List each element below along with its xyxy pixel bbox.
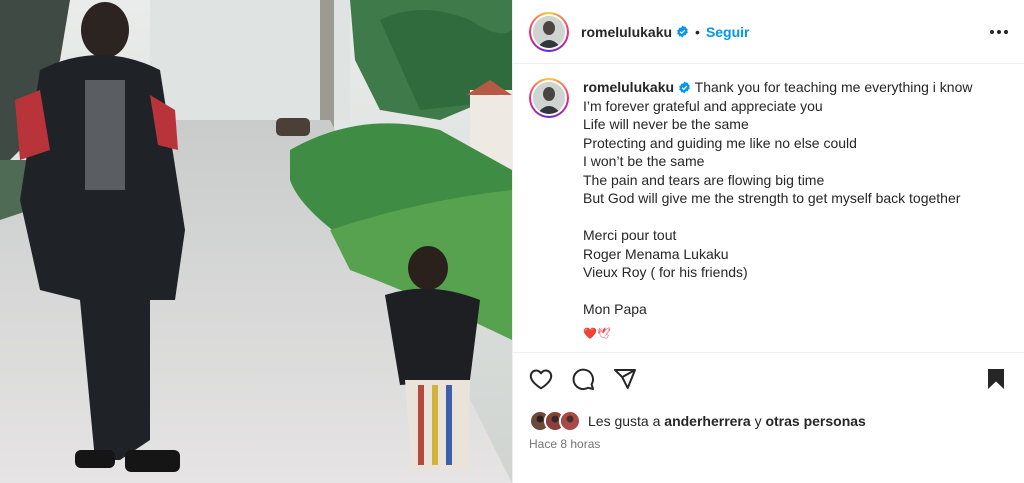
caption-line: Protecting and guiding me like no else c…	[583, 134, 857, 151]
caption-first-line: romelulukaku Thank you for teaching me e…	[583, 78, 972, 97]
likes-summary: Les gusta a anderherrera y otras persona…	[529, 409, 1008, 433]
profile-avatar-icon	[533, 15, 565, 48]
action-bar	[529, 353, 1008, 405]
caption-avatar[interactable]	[529, 78, 569, 118]
caption-line: Mon Papa	[583, 301, 647, 317]
caption-line: Merci pour tout	[583, 227, 677, 243]
comment-icon[interactable]	[571, 367, 595, 391]
likes-prefix: Les gusta a	[588, 413, 661, 429]
caption: romelulukaku Thank you for teaching me e…	[529, 78, 1008, 343]
profile-avatar-icon	[533, 82, 565, 114]
caption-text: romelulukaku Thank you for teaching me e…	[583, 78, 972, 343]
liker-avatar-icon	[559, 410, 581, 432]
bookmark-icon[interactable]	[984, 367, 1008, 391]
caption-emoji-line: ❤️🕊	[583, 327, 611, 340]
caption-line: Vieux Roy ( for his friends)	[583, 264, 748, 280]
header-username[interactable]: romelulukaku	[581, 24, 672, 40]
caption-line	[583, 282, 972, 301]
likes-text: Les gusta a anderherrera y otras persona…	[588, 413, 866, 429]
post-header: romelulukaku • Seguir	[513, 0, 1024, 64]
caption-line: Roger Menama Lukaku	[583, 245, 729, 262]
follow-button[interactable]: Seguir	[706, 24, 750, 40]
liker-avatars	[529, 410, 581, 432]
separator-dot: •	[695, 23, 700, 40]
comments-section[interactable]: romelulukaku Thank you for teaching me e…	[513, 64, 1024, 352]
more-options-icon[interactable]	[982, 22, 1008, 42]
post-actions-area: Les gusta a anderherrera y otras persona…	[513, 352, 1024, 483]
avatar[interactable]	[529, 11, 569, 52]
caption-line: I’m forever grateful and appreciate you	[583, 97, 823, 114]
caption-username[interactable]: romelulukaku	[583, 79, 674, 95]
share-icon[interactable]	[613, 367, 637, 391]
likes-others-link[interactable]: otras personas	[765, 413, 865, 429]
caption-line	[583, 208, 972, 227]
liker-username[interactable]: anderherrera	[664, 413, 750, 429]
post-photo[interactable]	[0, 0, 512, 483]
post-image	[0, 0, 512, 483]
caption-line: Life will never be the same	[583, 116, 749, 132]
post-timestamp[interactable]: Hace 8 horas	[529, 437, 1008, 451]
likes-connector: y	[754, 413, 762, 429]
heart-icon[interactable]	[529, 367, 553, 391]
caption-line: Thank you for teaching me everything i k…	[694, 79, 973, 95]
caption-line: But God will give me the strength to get…	[583, 190, 961, 206]
verified-badge-icon	[676, 25, 689, 38]
post-detail-panel: romelulukaku • Seguir romelulukaku Thank…	[512, 0, 1024, 483]
verified-badge-icon	[678, 81, 691, 94]
caption-line: The pain and tears are flowing big time	[583, 171, 825, 188]
caption-line: I won’t be the same	[583, 153, 705, 169]
